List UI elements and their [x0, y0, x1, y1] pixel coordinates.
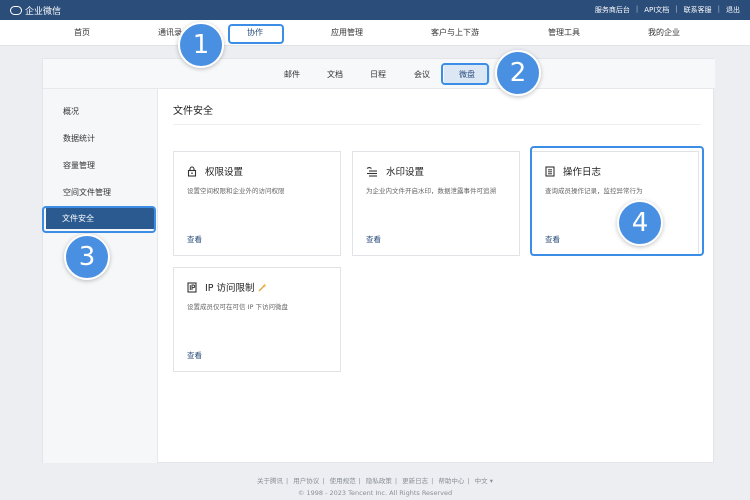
top-link-logout[interactable]: 退出	[726, 5, 740, 15]
copyright: © 1998 - 2023 Tencent Inc. All Rights Re…	[297, 489, 453, 497]
card-title: 权限设置	[205, 167, 244, 178]
card-watermark-settings[interactable]: 水印设置 为企业内文件开启水印，数据泄露事件可追溯 查看	[352, 151, 520, 256]
subnav-item-calendar[interactable]: 日程	[370, 69, 386, 80]
nav-item-app-management[interactable]: 应用管理	[331, 27, 363, 38]
main-nav: 首页 通讯录 协作 应用管理 客户与上下游 管理工具 我的企业	[0, 20, 750, 46]
step-badge-4: 4	[617, 200, 663, 246]
nav-item-home[interactable]: 首页	[74, 27, 90, 38]
card-view-link[interactable]: 查看	[187, 350, 202, 361]
footer-link-changelog[interactable]: 更新日志	[402, 477, 428, 485]
wecom-logo-icon	[10, 5, 22, 15]
top-link-support[interactable]: 联系客服	[684, 5, 712, 15]
footer-link-privacy[interactable]: 隐私政策	[366, 477, 392, 485]
sub-nav: 邮件 文档 日程 会议 微盘	[43, 59, 715, 89]
step-badge-1: 1	[178, 22, 224, 68]
top-link-provider[interactable]: 服务商后台	[595, 5, 630, 15]
lock-icon	[187, 165, 197, 177]
sidebar-item-statistics[interactable]: 数据统计	[63, 133, 95, 144]
card-title: 水印设置	[386, 167, 425, 178]
card-description: 为企业内文件开启水印，数据泄露事件可追溯	[366, 187, 496, 195]
sidebar: 概况 数据统计 容量管理 空间文件管理 文件安全	[43, 89, 158, 463]
footer: 关于腾讯 | 用户协议 | 使用规范 | 隐私政策 | 更新日志 | 帮助中心 | 中文 ▾…	[0, 475, 750, 499]
step-badge-3: 3	[64, 234, 110, 280]
nav-item-my-enterprise[interactable]: 我的企业	[648, 27, 680, 38]
highlight-collaboration	[228, 24, 284, 44]
watermark-icon	[366, 166, 378, 177]
highlight-drive	[441, 63, 489, 85]
footer-link-help[interactable]: 帮助中心	[438, 477, 464, 485]
page-title: 文件安全	[173, 106, 213, 117]
card-title: IP 访问限制	[205, 283, 255, 294]
subnav-item-mail[interactable]: 邮件	[284, 69, 300, 80]
title-divider	[173, 124, 701, 125]
nav-item-customers[interactable]: 客户与上下游	[431, 27, 479, 38]
footer-link-about[interactable]: 关于腾讯	[257, 477, 283, 485]
highlight-operation-log	[530, 146, 704, 256]
card-ip-restriction[interactable]: IP 访问限制 设置成员仅可在可信 IP 下访问微盘 查看	[173, 267, 341, 372]
content-panel: 邮件 文档 日程 会议 微盘 概况 数据统计 容量管理 空间文件管理 文件安全 …	[42, 58, 715, 463]
top-links: 服务商后台 | API文档 | 联系客服 | 退出	[594, 5, 740, 15]
app-logo[interactable]: 企业微信	[10, 4, 61, 17]
nav-item-management-tools[interactable]: 管理工具	[548, 27, 580, 38]
card-description: 设置成员仅可在可信 IP 下访问微盘	[187, 303, 288, 311]
sidebar-item-capacity[interactable]: 容量管理	[63, 160, 95, 171]
ip-icon	[187, 281, 197, 293]
new-feature-icon	[258, 283, 267, 292]
subnav-item-docs[interactable]: 文档	[327, 69, 343, 80]
footer-link-terms[interactable]: 用户协议	[293, 477, 319, 485]
card-description: 设置空间权限和企业外的访问权限	[187, 187, 285, 195]
sidebar-item-overview[interactable]: 概况	[63, 106, 79, 117]
footer-link-rules[interactable]: 使用规范	[330, 477, 356, 485]
highlight-file-security	[42, 206, 156, 233]
sidebar-item-space-files[interactable]: 空间文件管理	[63, 187, 111, 198]
step-badge-2: 2	[495, 50, 541, 96]
top-link-api-docs[interactable]: API文档	[644, 5, 669, 15]
card-view-link[interactable]: 查看	[187, 234, 202, 245]
top-bar: 企业微信 服务商后台 | API文档 | 联系客服 | 退出	[0, 0, 750, 20]
card-view-link[interactable]: 查看	[366, 234, 381, 245]
subnav-item-meeting[interactable]: 会议	[414, 69, 430, 80]
language-select[interactable]: 中文 ▾	[475, 477, 493, 485]
card-permission-settings[interactable]: 权限设置 设置空间权限和企业外的访问权限 查看	[173, 151, 341, 256]
app-name: 企业微信	[25, 6, 62, 17]
